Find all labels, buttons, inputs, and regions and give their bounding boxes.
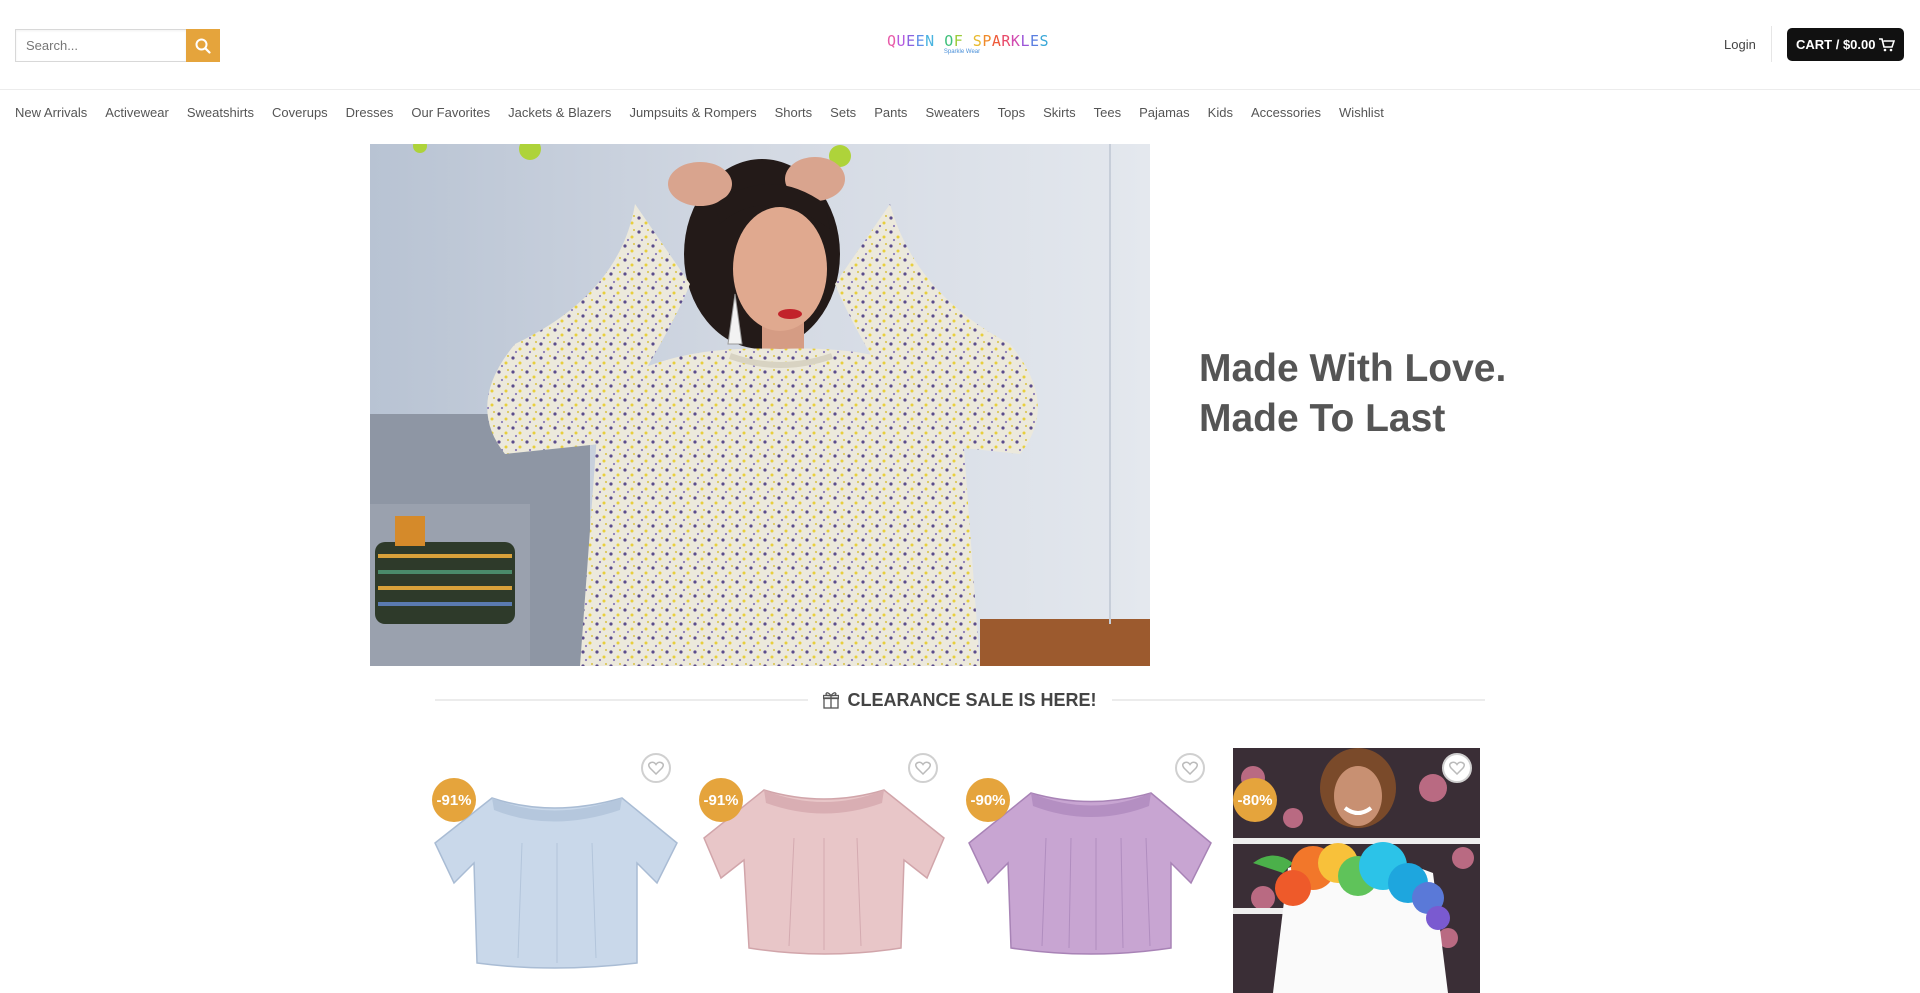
search-form — [15, 29, 220, 62]
wishlist-button[interactable] — [908, 753, 938, 783]
product-card[interactable]: -91% — [699, 748, 946, 993]
section-title: CLEARANCE SALE IS HERE! — [435, 690, 1485, 710]
section-label: CLEARANCE SALE IS HERE! — [808, 690, 1111, 711]
nav-item-kids[interactable]: Kids — [1208, 104, 1233, 122]
nav-item-tops[interactable]: Tops — [998, 104, 1025, 122]
nav-item-coverups[interactable]: Coverups — [272, 104, 328, 122]
discount-badge: -90% — [966, 778, 1010, 822]
product-card[interactable]: -80% — [1233, 748, 1480, 993]
cart-button[interactable]: CART / $0.00 — [1787, 28, 1905, 61]
hero-headline: Made With Love. Made To Last — [1199, 344, 1599, 444]
section-line-left — [435, 699, 809, 701]
logo-text: QUEEN OF SPARKLES — [887, 32, 1050, 50]
hero-line-1: Made With Love. — [1199, 347, 1507, 390]
nav-item-tees[interactable]: Tees — [1094, 104, 1121, 122]
nav-item-dresses[interactable]: Dresses — [346, 104, 394, 122]
section-line-right — [1111, 699, 1485, 701]
discount-badge: -91% — [432, 778, 476, 822]
logo-subtext: Sparkle Wear — [943, 49, 981, 55]
discount-badge: -80% — [1233, 778, 1277, 822]
product-card[interactable]: -91% — [432, 748, 679, 993]
hero-line-2: Made To Last — [1199, 397, 1446, 440]
nav-item-shorts[interactable]: Shorts — [775, 104, 813, 122]
nav-item-sweaters[interactable]: Sweaters — [925, 104, 979, 122]
search-icon — [195, 38, 211, 54]
heart-icon — [1449, 761, 1465, 775]
wishlist-button[interactable] — [1175, 753, 1205, 783]
section-title-text: CLEARANCE SALE IS HERE! — [847, 689, 1097, 710]
search-button[interactable] — [186, 29, 220, 62]
nav-item-sets[interactable]: Sets — [830, 104, 856, 122]
heart-icon — [648, 761, 664, 775]
discount-badge: -91% — [699, 778, 743, 822]
nav-item-activewear[interactable]: Activewear — [105, 104, 169, 122]
nav-item-wishlist[interactable]: Wishlist — [1339, 104, 1384, 122]
product-card[interactable]: -90% — [966, 748, 1213, 993]
login-link[interactable]: Login — [1724, 37, 1756, 52]
gift-icon — [823, 692, 840, 709]
site-logo[interactable]: QUEEN OF SPARKLES Sparkle Wear — [887, 32, 1050, 56]
nav-item-skirts[interactable]: Skirts — [1043, 104, 1076, 122]
hero-image — [370, 144, 1150, 666]
wishlist-button[interactable] — [1442, 753, 1472, 783]
header-divider — [1771, 26, 1772, 62]
nav-item-sweatshirts[interactable]: Sweatshirts — [187, 104, 254, 122]
nav-item-jackets-blazers[interactable]: Jackets & Blazers — [508, 104, 611, 122]
heart-icon — [1182, 761, 1198, 775]
search-input[interactable] — [15, 29, 186, 62]
heart-icon — [915, 761, 931, 775]
nav-item-our-favorites[interactable]: Our Favorites — [411, 104, 490, 122]
nav-item-accessories[interactable]: Accessories — [1251, 104, 1321, 122]
cart-label: CART / $0.00 — [1796, 37, 1876, 52]
nav-item-new-arrivals[interactable]: New Arrivals — [15, 104, 87, 122]
wishlist-button[interactable] — [641, 753, 671, 783]
nav-item-pants[interactable]: Pants — [874, 104, 907, 122]
site-header: QUEEN OF SPARKLES Sparkle Wear Login CAR… — [0, 0, 1920, 90]
nav-item-pajamas[interactable]: Pajamas — [1139, 104, 1190, 122]
shopping-cart-icon — [1879, 37, 1896, 51]
main-nav: New Arrivals Activewear Sweatshirts Cove… — [15, 104, 1402, 122]
nav-item-jumpsuits-rompers[interactable]: Jumpsuits & Rompers — [629, 104, 756, 122]
